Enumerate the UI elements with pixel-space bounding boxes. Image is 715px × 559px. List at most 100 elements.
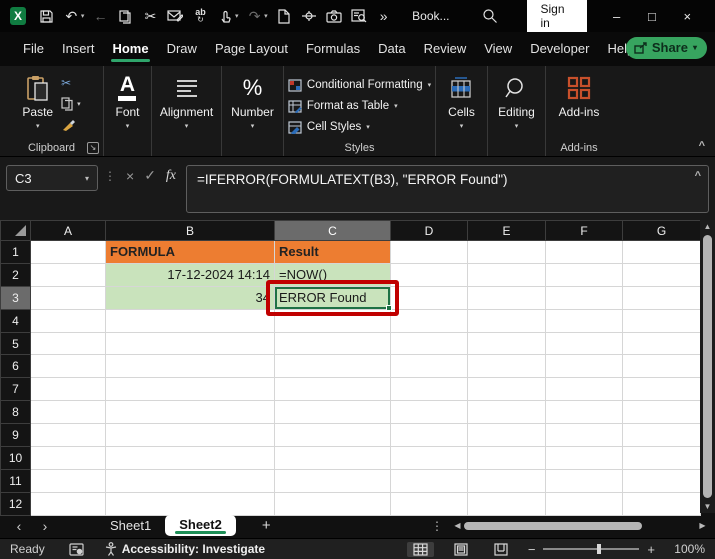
- cell[interactable]: [390, 377, 468, 402]
- cell-G1[interactable]: [622, 240, 701, 264]
- row-header-9[interactable]: 9: [0, 423, 31, 448]
- maximize-button[interactable]: □: [634, 9, 669, 24]
- cell[interactable]: [105, 446, 275, 470]
- editing-chevron-icon[interactable]: ▾: [515, 122, 519, 130]
- tab-insert[interactable]: Insert: [53, 34, 104, 64]
- alignment-chevron-icon[interactable]: ▾: [185, 122, 189, 130]
- cell-F3[interactable]: [545, 285, 623, 310]
- cell[interactable]: [30, 354, 106, 379]
- collapse-ribbon-icon[interactable]: ^: [699, 140, 705, 152]
- scroll-up-icon[interactable]: ▲: [704, 220, 712, 233]
- cell-C2[interactable]: =NOW(): [274, 262, 391, 287]
- cell[interactable]: [30, 446, 106, 470]
- sheet-tab-sheet1[interactable]: Sheet1: [96, 516, 165, 535]
- cell[interactable]: [274, 491, 391, 516]
- cell[interactable]: [274, 423, 391, 448]
- cut-button[interactable]: ✂: [61, 74, 81, 91]
- copy-button[interactable]: ▾: [61, 95, 81, 112]
- new-file-icon[interactable]: [271, 5, 296, 27]
- confirm-entry-icon[interactable]: ✓: [144, 167, 156, 184]
- cell[interactable]: [545, 491, 623, 516]
- tab-formulas[interactable]: Formulas: [297, 34, 369, 64]
- sheet-tab-sheet2[interactable]: Sheet2: [165, 515, 236, 536]
- cell[interactable]: [105, 491, 275, 516]
- zoom-slider-thumb[interactable]: [597, 544, 602, 554]
- cell[interactable]: [105, 354, 275, 379]
- number-button[interactable]: % Number ▾: [231, 72, 274, 156]
- zoom-out-button[interactable]: −: [528, 542, 536, 557]
- page-break-preview-button[interactable]: [488, 542, 514, 557]
- font-button[interactable]: A Font ▾: [115, 72, 139, 156]
- cell[interactable]: [30, 468, 106, 493]
- cells-chevron-icon[interactable]: ▾: [460, 122, 464, 130]
- cell[interactable]: [622, 491, 701, 516]
- cell[interactable]: [30, 331, 106, 356]
- column-header-E[interactable]: E: [467, 220, 546, 241]
- cell[interactable]: [545, 331, 623, 356]
- sheet-nav-right-icon[interactable]: ›: [32, 518, 58, 534]
- cell[interactable]: [390, 446, 468, 470]
- minimize-button[interactable]: –: [599, 9, 634, 24]
- cell[interactable]: [622, 468, 701, 493]
- formula-input[interactable]: =IFERROR(FORMULATEXT(B3), "ERROR Found")…: [186, 164, 709, 213]
- cut-icon[interactable]: ✂: [138, 5, 163, 27]
- cell[interactable]: [545, 423, 623, 448]
- tab-review[interactable]: Review: [415, 34, 476, 64]
- vertical-scrollbar-thumb[interactable]: [703, 235, 712, 498]
- tab-home[interactable]: Home: [103, 34, 157, 64]
- horizontal-scrollbar-track[interactable]: [464, 521, 696, 531]
- row-header-2[interactable]: 2: [0, 262, 31, 287]
- cell[interactable]: [390, 491, 468, 516]
- cell[interactable]: [622, 423, 701, 448]
- tab-file[interactable]: File: [14, 34, 53, 64]
- accessibility-icon[interactable]: [104, 542, 118, 556]
- cell[interactable]: [105, 423, 275, 448]
- clipboard-dialog-launcher-icon[interactable]: ↘: [87, 142, 99, 154]
- cell[interactable]: [545, 377, 623, 402]
- share-button[interactable]: Share ▾: [625, 37, 707, 59]
- cell-styles-button[interactable]: Cell Styles ▾: [288, 118, 431, 136]
- row-header-12[interactable]: 12: [0, 491, 31, 516]
- editing-button[interactable]: Editing ▾: [498, 72, 535, 156]
- cell-A3[interactable]: [30, 285, 106, 310]
- save-icon[interactable]: [34, 5, 59, 27]
- row-header-5[interactable]: 5: [0, 331, 31, 356]
- cell-A2[interactable]: [30, 262, 106, 287]
- row-header-1[interactable]: 1: [0, 240, 31, 264]
- cell[interactable]: [545, 400, 623, 425]
- cell-E2[interactable]: [467, 262, 546, 287]
- cell-E1[interactable]: [467, 240, 546, 264]
- add-sheet-button[interactable]: +: [262, 517, 271, 534]
- cell[interactable]: [622, 331, 701, 356]
- find-replace-icon[interactable]: ab ↻: [188, 5, 213, 27]
- cell[interactable]: [467, 468, 546, 493]
- cell[interactable]: [467, 446, 546, 470]
- cell[interactable]: [30, 377, 106, 402]
- cell-G2[interactable]: [622, 262, 701, 287]
- column-header-C[interactable]: C: [274, 220, 391, 241]
- cell[interactable]: [274, 377, 391, 402]
- cell[interactable]: [545, 354, 623, 379]
- cell-D2[interactable]: [390, 262, 468, 287]
- zoom-level[interactable]: 100%: [669, 542, 705, 556]
- row-header-6[interactable]: 6: [0, 354, 31, 379]
- cell[interactable]: [274, 354, 391, 379]
- search-icon[interactable]: [478, 5, 503, 27]
- row-header-4[interactable]: 4: [0, 308, 31, 333]
- cell-A1[interactable]: [30, 240, 106, 264]
- cell-D3[interactable]: [390, 285, 468, 310]
- scroll-down-icon[interactable]: ▼: [704, 500, 712, 513]
- cell[interactable]: [274, 308, 391, 333]
- overflow-icon[interactable]: »: [371, 5, 396, 27]
- normal-view-button[interactable]: [406, 541, 434, 557]
- page-layout-view-button[interactable]: [448, 542, 474, 557]
- accessibility-status[interactable]: Accessibility: Investigate: [122, 542, 265, 556]
- cell[interactable]: [622, 377, 701, 402]
- scroll-right-icon[interactable]: ▶: [696, 521, 709, 530]
- cell-B2[interactable]: 17-12-2024 14:14: [105, 262, 275, 287]
- cell[interactable]: [467, 377, 546, 402]
- cell[interactable]: [622, 354, 701, 379]
- cell[interactable]: [30, 308, 106, 333]
- cell[interactable]: [105, 308, 275, 333]
- row-header-8[interactable]: 8: [0, 400, 31, 425]
